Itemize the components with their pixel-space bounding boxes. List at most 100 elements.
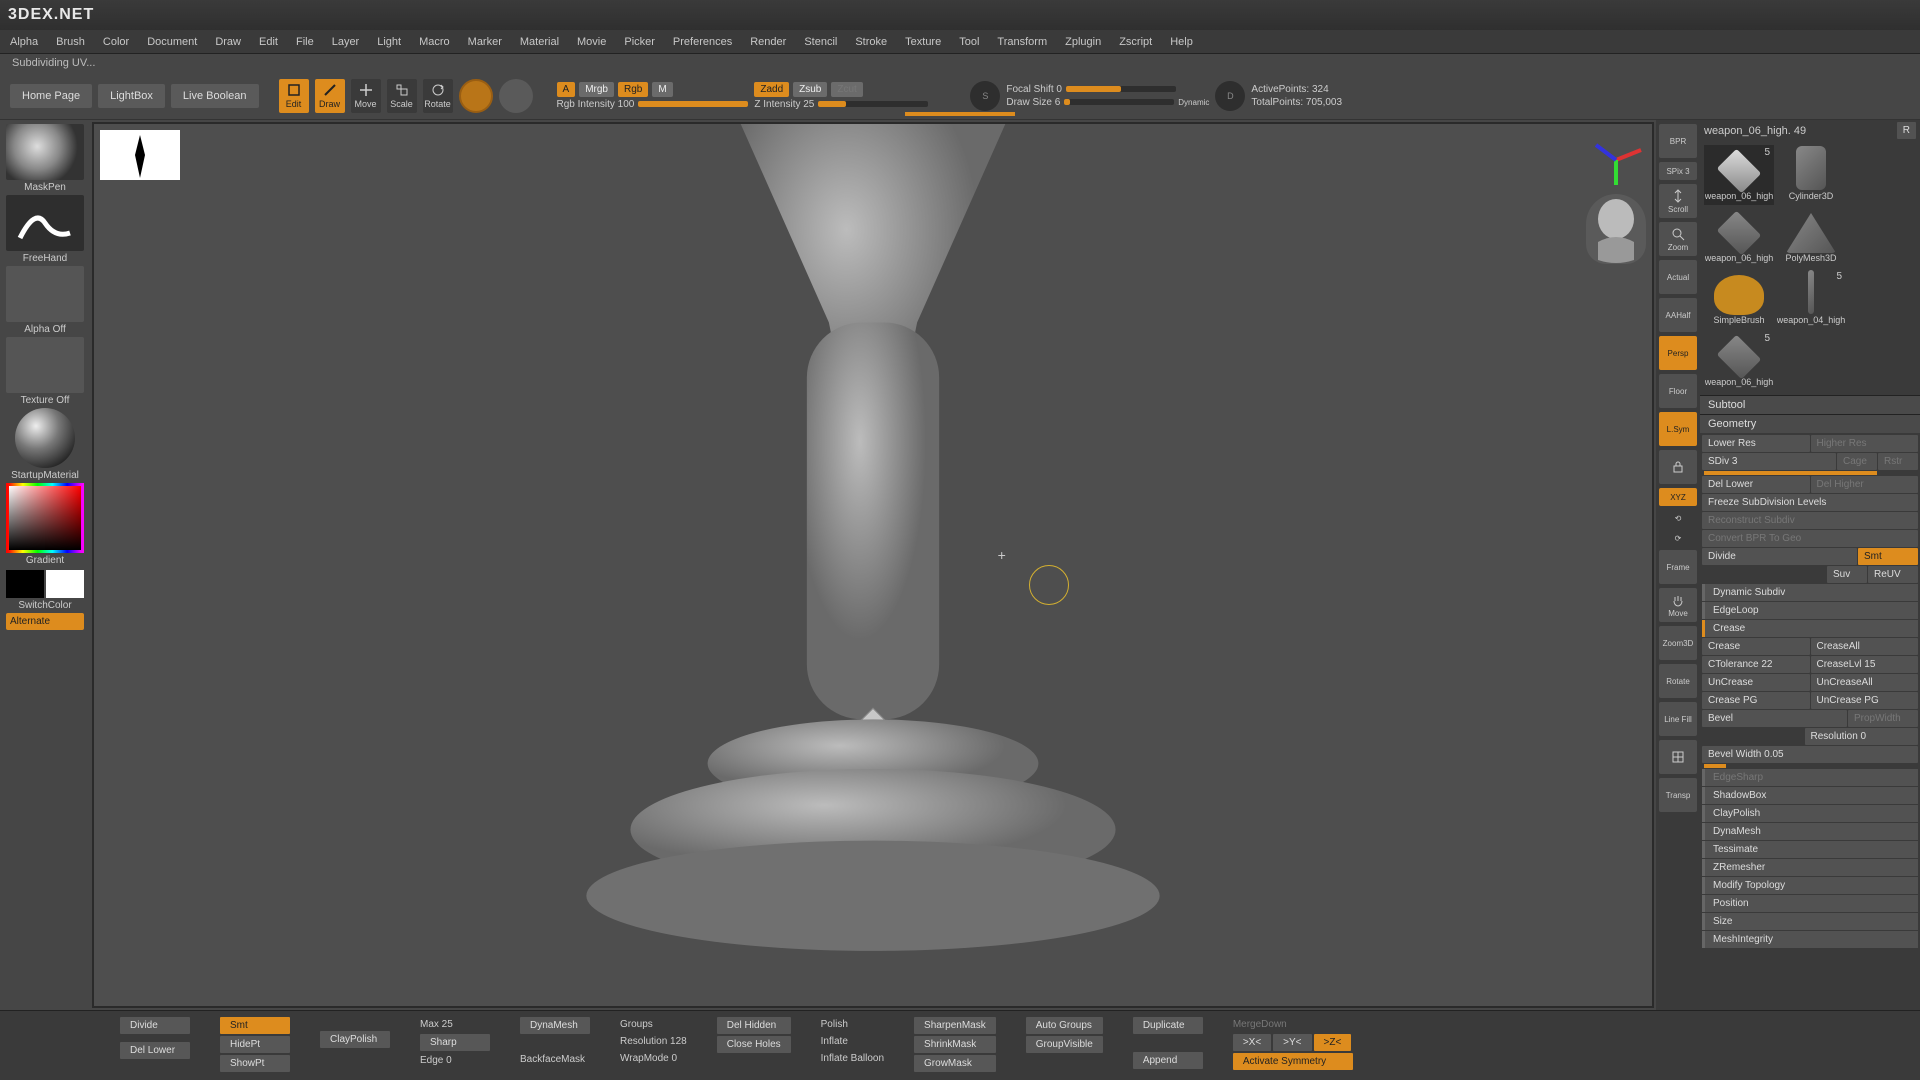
- menu-transform[interactable]: Transform: [997, 36, 1047, 48]
- frame-button[interactable]: Frame: [1659, 550, 1697, 584]
- subtool-header[interactable]: Subtool: [1700, 395, 1920, 414]
- shelf-shrink-mask[interactable]: ShrinkMask: [914, 1036, 996, 1053]
- home-page-button[interactable]: Home Page: [10, 84, 92, 108]
- mirror-y[interactable]: >Y<: [1273, 1034, 1311, 1051]
- menu-macro[interactable]: Macro: [419, 36, 450, 48]
- tool-tile[interactable]: Cylinder3D: [1776, 145, 1846, 205]
- bevel-button[interactable]: Bevel: [1702, 710, 1847, 727]
- menu-marker[interactable]: Marker: [468, 36, 502, 48]
- divide-button[interactable]: Divide: [1702, 548, 1857, 565]
- cage-button[interactable]: Cage: [1837, 453, 1877, 470]
- shelf-del-lower[interactable]: Del Lower: [120, 1042, 190, 1059]
- lock-button[interactable]: [1659, 450, 1697, 484]
- crease-accordion[interactable]: Crease: [1702, 620, 1918, 637]
- shelf-inflate-balloon[interactable]: Inflate Balloon: [821, 1051, 884, 1066]
- scale-button[interactable]: Scale: [387, 79, 417, 113]
- propwidth-button[interactable]: PropWidth: [1848, 710, 1918, 727]
- del-higher-button[interactable]: Del Higher: [1811, 476, 1919, 493]
- bevel-width-slider[interactable]: Bevel Width 0.05: [1702, 746, 1918, 763]
- tool-tile[interactable]: 5weapon_06_high: [1704, 331, 1774, 391]
- crease-lvl-slider[interactable]: CreaseLvl 15: [1811, 656, 1919, 673]
- geometry-header[interactable]: Geometry: [1700, 414, 1920, 433]
- edgeloop-accordion[interactable]: EdgeLoop: [1702, 602, 1918, 619]
- texture-slot[interactable]: Texture Off: [4, 337, 86, 406]
- menu-zplugin[interactable]: Zplugin: [1065, 36, 1101, 48]
- reconstruct-button[interactable]: Reconstruct Subdiv: [1702, 512, 1918, 529]
- z-intensity-slider[interactable]: [818, 101, 928, 107]
- dynamesh-accordion[interactable]: DynaMesh: [1702, 823, 1918, 840]
- viewport[interactable]: +: [92, 122, 1654, 1008]
- meshintegrity-accordion[interactable]: MeshIntegrity: [1702, 931, 1918, 948]
- uncrease-pg-button[interactable]: UnCrease PG: [1811, 692, 1919, 709]
- tool-tile[interactable]: 5weapon_04_high: [1776, 269, 1846, 329]
- edgesharp-accordion[interactable]: EdgeSharp: [1702, 769, 1918, 786]
- shelf-sharp[interactable]: Sharp: [420, 1034, 490, 1051]
- menu-zscript[interactable]: Zscript: [1119, 36, 1152, 48]
- del-lower-button[interactable]: Del Lower: [1702, 476, 1810, 493]
- position-accordion[interactable]: Position: [1702, 895, 1918, 912]
- uncrease-button[interactable]: UnCrease: [1702, 674, 1810, 691]
- mirror-x[interactable]: >X<: [1233, 1034, 1271, 1051]
- size-curve-icon[interactable]: D: [1215, 81, 1245, 111]
- tool-tile[interactable]: PolyMesh3D: [1776, 207, 1846, 267]
- draw-size-slider[interactable]: [1064, 99, 1174, 105]
- shelf-grow-mask[interactable]: GrowMask: [914, 1055, 996, 1072]
- linefill-button[interactable]: Line Fill: [1659, 702, 1697, 736]
- shelf-auto-groups[interactable]: Auto Groups: [1026, 1017, 1103, 1034]
- shelf-groups[interactable]: Groups: [620, 1017, 687, 1032]
- menu-color[interactable]: Color: [103, 36, 129, 48]
- menu-picker[interactable]: Picker: [624, 36, 655, 48]
- edit-button[interactable]: Edit: [279, 79, 309, 113]
- resolution-slider[interactable]: Resolution 0: [1805, 728, 1919, 745]
- move-button[interactable]: Move: [351, 79, 381, 113]
- tool-tile[interactable]: weapon_06_high: [1704, 207, 1774, 267]
- menu-help[interactable]: Help: [1170, 36, 1193, 48]
- mirror-z[interactable]: >Z<: [1314, 1034, 1352, 1051]
- menu-file[interactable]: File: [296, 36, 314, 48]
- rotate-button[interactable]: Rotate: [423, 79, 453, 113]
- lower-res-button[interactable]: Lower Res: [1702, 435, 1810, 452]
- menu-layer[interactable]: Layer: [332, 36, 360, 48]
- zsub-toggle[interactable]: Zsub: [793, 82, 827, 97]
- shelf-group-visible[interactable]: GroupVisible: [1026, 1036, 1103, 1053]
- m-toggle[interactable]: M: [652, 82, 672, 97]
- shadowbox-accordion[interactable]: ShadowBox: [1702, 787, 1918, 804]
- shelf-divide[interactable]: Divide: [120, 1017, 190, 1034]
- menu-preferences[interactable]: Preferences: [673, 36, 732, 48]
- mrgb-toggle[interactable]: Mrgb: [579, 82, 614, 97]
- xyz-button[interactable]: XYZ: [1659, 488, 1697, 506]
- size-accordion[interactable]: Size: [1702, 913, 1918, 930]
- smt-toggle[interactable]: Smt: [1858, 548, 1918, 565]
- zcut-toggle[interactable]: Zcut: [831, 82, 862, 97]
- shelf-polish[interactable]: Polish: [821, 1017, 884, 1032]
- aahalf-button[interactable]: AAHalf: [1659, 298, 1697, 332]
- shelf-inflate[interactable]: Inflate: [821, 1034, 884, 1049]
- focal-curve-icon[interactable]: S: [970, 81, 1000, 111]
- tool-tile[interactable]: SimpleBrush: [1704, 269, 1774, 329]
- reuv-button[interactable]: ReUV: [1868, 566, 1918, 583]
- tool-tile[interactable]: 5weapon_06_high: [1704, 145, 1774, 205]
- rgb-toggle[interactable]: Rgb: [618, 82, 648, 97]
- shelf-append[interactable]: Append: [1133, 1052, 1203, 1069]
- menu-tool[interactable]: Tool: [959, 36, 979, 48]
- spix-button[interactable]: SPix 3: [1659, 162, 1697, 180]
- shelf-max[interactable]: Max 25: [420, 1017, 490, 1032]
- rgb-intensity-slider[interactable]: [638, 101, 748, 107]
- menu-document[interactable]: Document: [147, 36, 197, 48]
- lightbox-button[interactable]: LightBox: [98, 84, 165, 108]
- sdiv-slider[interactable]: SDiv 3: [1702, 453, 1836, 470]
- shelf-edge0[interactable]: Edge 0: [420, 1053, 490, 1068]
- scroll-button[interactable]: Scroll: [1659, 184, 1697, 218]
- menu-render[interactable]: Render: [750, 36, 786, 48]
- rstr-button[interactable]: Rstr: [1878, 453, 1918, 470]
- focal-shift-slider[interactable]: [1066, 86, 1176, 92]
- activate-symmetry[interactable]: Activate Symmetry: [1233, 1053, 1353, 1070]
- draw-button[interactable]: Draw: [315, 79, 345, 113]
- crease-all-button[interactable]: CreaseAll: [1811, 638, 1919, 655]
- rot-x-button[interactable]: ⟲: [1659, 510, 1697, 526]
- move3d-button[interactable]: Move: [1659, 588, 1697, 622]
- alpha-slot[interactable]: Alpha Off: [4, 266, 86, 335]
- shelf-smt[interactable]: Smt: [220, 1017, 290, 1034]
- camera-head-gizmo[interactable]: [1586, 194, 1646, 264]
- lsym-button[interactable]: L.Sym: [1659, 412, 1697, 446]
